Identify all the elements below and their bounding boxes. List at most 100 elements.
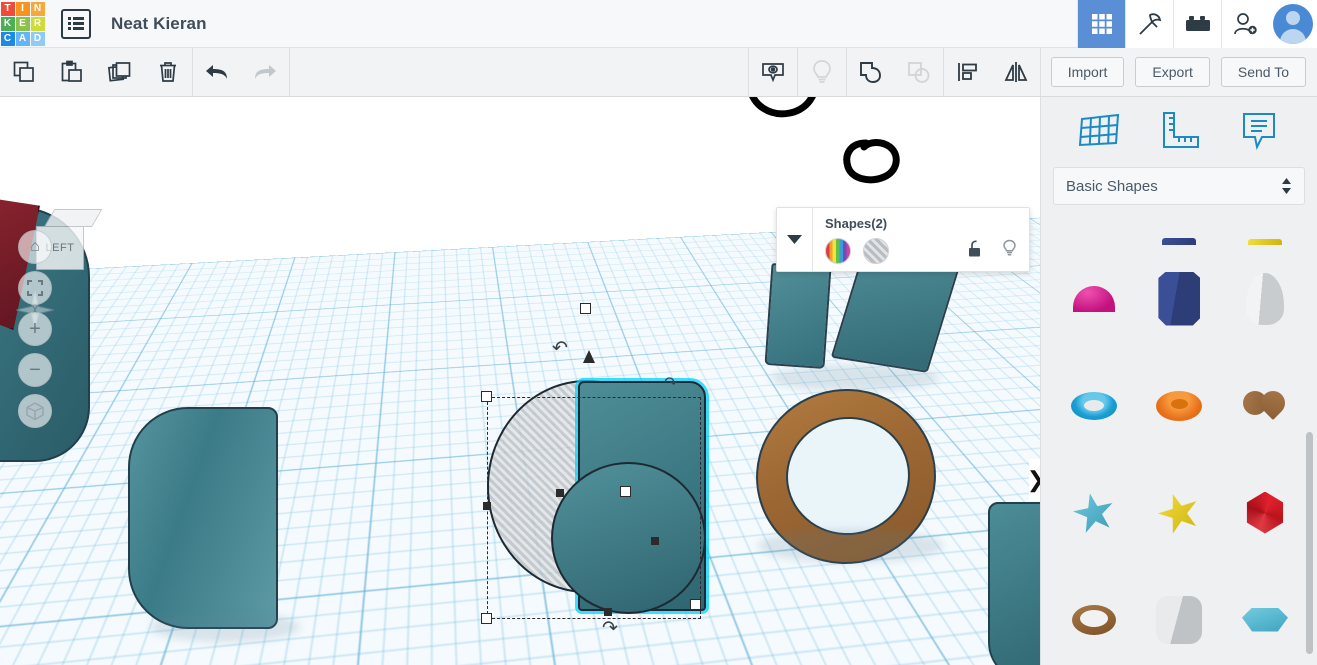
edit-toolbar: Import Export Send To <box>0 48 1317 97</box>
shape-half-sphere[interactable] <box>1051 245 1137 352</box>
selection-outline <box>487 397 701 619</box>
action-button-group: Import Export Send To <box>1041 57 1317 87</box>
delete-icon[interactable] <box>144 48 192 96</box>
perspective-toggle-button[interactable] <box>18 394 52 428</box>
shapes-popup: Shapes(2) <box>776 207 1030 272</box>
shape-library-grid[interactable] <box>1041 227 1317 665</box>
shape-rounded-cube-thumb <box>1156 595 1203 644</box>
shapes-popup-title: Shapes(2) <box>825 216 888 231</box>
duplicate-icon[interactable] <box>96 48 144 96</box>
notes-icon[interactable] <box>1236 107 1282 158</box>
unlocked-padlock-icon[interactable] <box>968 239 984 263</box>
shape-cone[interactable] <box>1222 245 1308 352</box>
panel-collapse-chevron[interactable]: ❯ <box>1027 459 1040 501</box>
export-button[interactable]: Export <box>1135 57 1210 87</box>
shape-polyhedron[interactable] <box>1222 459 1308 566</box>
chevron-down-icon[interactable] <box>777 208 813 271</box>
shape-tube-thumb <box>1156 390 1203 421</box>
logo-cell-k-3: K <box>0 16 15 31</box>
shape-category-select[interactable]: Basic Shapes <box>1053 167 1305 205</box>
center-handle[interactable] <box>620 486 631 497</box>
shapes-side-panel: Basic Shapes <box>1040 97 1317 665</box>
scene-shape-slab-a[interactable] <box>764 263 832 369</box>
shape-rows-container <box>1051 245 1308 665</box>
scene-shape-right-edge[interactable] <box>988 502 1040 665</box>
shape-cell-empty <box>1051 227 1137 245</box>
rainbow-color-swatch[interactable] <box>825 238 851 264</box>
shape-torus-thumb <box>1070 391 1117 420</box>
align-icon[interactable] <box>944 48 992 96</box>
resize-handle-edge[interactable] <box>604 608 612 616</box>
copy-icon[interactable] <box>0 48 48 96</box>
resize-handle-corner[interactable] <box>481 613 492 624</box>
shapes-popup-body: Shapes(2) <box>813 208 1029 271</box>
tinkercad-app: TINKERCAD Neat Kieran Import Export Send… <box>0 0 1317 665</box>
workplane-grid-icon[interactable] <box>1076 107 1122 158</box>
undo-icon[interactable] <box>193 48 241 96</box>
rotate-handle-side[interactable]: ↷ <box>664 373 677 393</box>
import-button[interactable]: Import <box>1050 57 1125 87</box>
add-person-icon[interactable] <box>1221 0 1269 48</box>
paste-icon[interactable] <box>48 48 96 96</box>
shapes-popup-controls <box>825 238 1017 264</box>
shape-partial-blue[interactable] <box>1137 227 1223 245</box>
rotate-handle-top[interactable]: ↶ <box>552 337 568 360</box>
shape-shadow <box>758 529 943 563</box>
apps-grid-icon[interactable] <box>1077 0 1125 48</box>
lightbulb-icon[interactable] <box>1002 239 1017 263</box>
shape-star-teal-thumb <box>1069 489 1118 537</box>
resize-handle-top[interactable] <box>580 303 591 314</box>
resize-handle-corner[interactable] <box>690 599 701 610</box>
pickaxe-icon[interactable] <box>1125 0 1173 48</box>
shape-gem[interactable] <box>1222 566 1308 665</box>
shape-heart[interactable] <box>1222 352 1308 459</box>
group-icon[interactable] <box>847 48 895 96</box>
lightbulb-icon <box>798 48 846 96</box>
hamburger-menu-button[interactable] <box>61 8 91 39</box>
ink-circle-on-group-tool <box>749 97 816 118</box>
shape-row-partial <box>1051 227 1308 245</box>
shape-ring-thumb <box>1071 604 1116 635</box>
shape-star-teal[interactable] <box>1051 459 1137 566</box>
height-arrow-icon[interactable] <box>583 350 595 363</box>
height-handle[interactable] <box>651 537 659 545</box>
logo-cell-t-0: T <box>0 1 15 16</box>
view-cube-top-face[interactable] <box>44 209 103 227</box>
shape-hex-prism-thumb <box>1158 271 1201 326</box>
logo-cell-d-8: D <box>30 31 45 46</box>
resize-handle-edge[interactable] <box>483 502 491 510</box>
send-to-button[interactable]: Send To <box>1220 57 1306 87</box>
selection-bounding-box[interactable] <box>481 303 701 624</box>
resize-handle-corner[interactable] <box>481 391 492 402</box>
zoom-out-button[interactable]: − <box>18 353 52 387</box>
avatar-image <box>1273 3 1313 44</box>
resize-handle-edge[interactable] <box>556 489 564 497</box>
3d-canvas[interactable]: ↶ ↷ ↷ LEFT ⌂ + − Edi <box>0 97 1040 665</box>
lego-brick-icon[interactable] <box>1173 0 1221 48</box>
home-view-button[interactable]: ⌂ <box>18 230 52 264</box>
redo-icon <box>241 48 289 96</box>
shape-star-yellow[interactable] <box>1137 459 1223 566</box>
shape-rounded-cube[interactable] <box>1137 566 1223 665</box>
top-bar: TINKERCAD Neat Kieran <box>0 0 1317 48</box>
shape-cone-thumb <box>1245 272 1284 325</box>
shape-partial-gold[interactable] <box>1222 227 1308 245</box>
scene-shape-curved-teal[interactable] <box>128 407 278 629</box>
shape-polyhedron-thumb <box>1246 491 1284 534</box>
rotate-handle-bottom[interactable]: ↷ <box>602 617 618 640</box>
workplane-icon[interactable] <box>749 48 797 96</box>
user-avatar[interactable] <box>1269 0 1317 48</box>
shape-torus[interactable] <box>1051 352 1137 459</box>
hole-hatched-swatch[interactable] <box>863 238 889 264</box>
shape-tube[interactable] <box>1137 352 1223 459</box>
document-title[interactable]: Neat Kieran <box>111 14 207 34</box>
shape-hex-prism[interactable] <box>1137 245 1223 352</box>
tinkercad-logo[interactable]: TINKERCAD <box>0 0 45 48</box>
zoom-in-button[interactable]: + <box>18 312 52 346</box>
shape-ring[interactable] <box>1051 566 1137 665</box>
vertical-scrollbar[interactable] <box>1306 432 1313 654</box>
fit-to-view-button[interactable] <box>18 271 52 305</box>
list-menu-icon <box>68 17 84 30</box>
mirror-icon[interactable] <box>992 48 1040 96</box>
ruler-icon[interactable] <box>1156 107 1202 158</box>
